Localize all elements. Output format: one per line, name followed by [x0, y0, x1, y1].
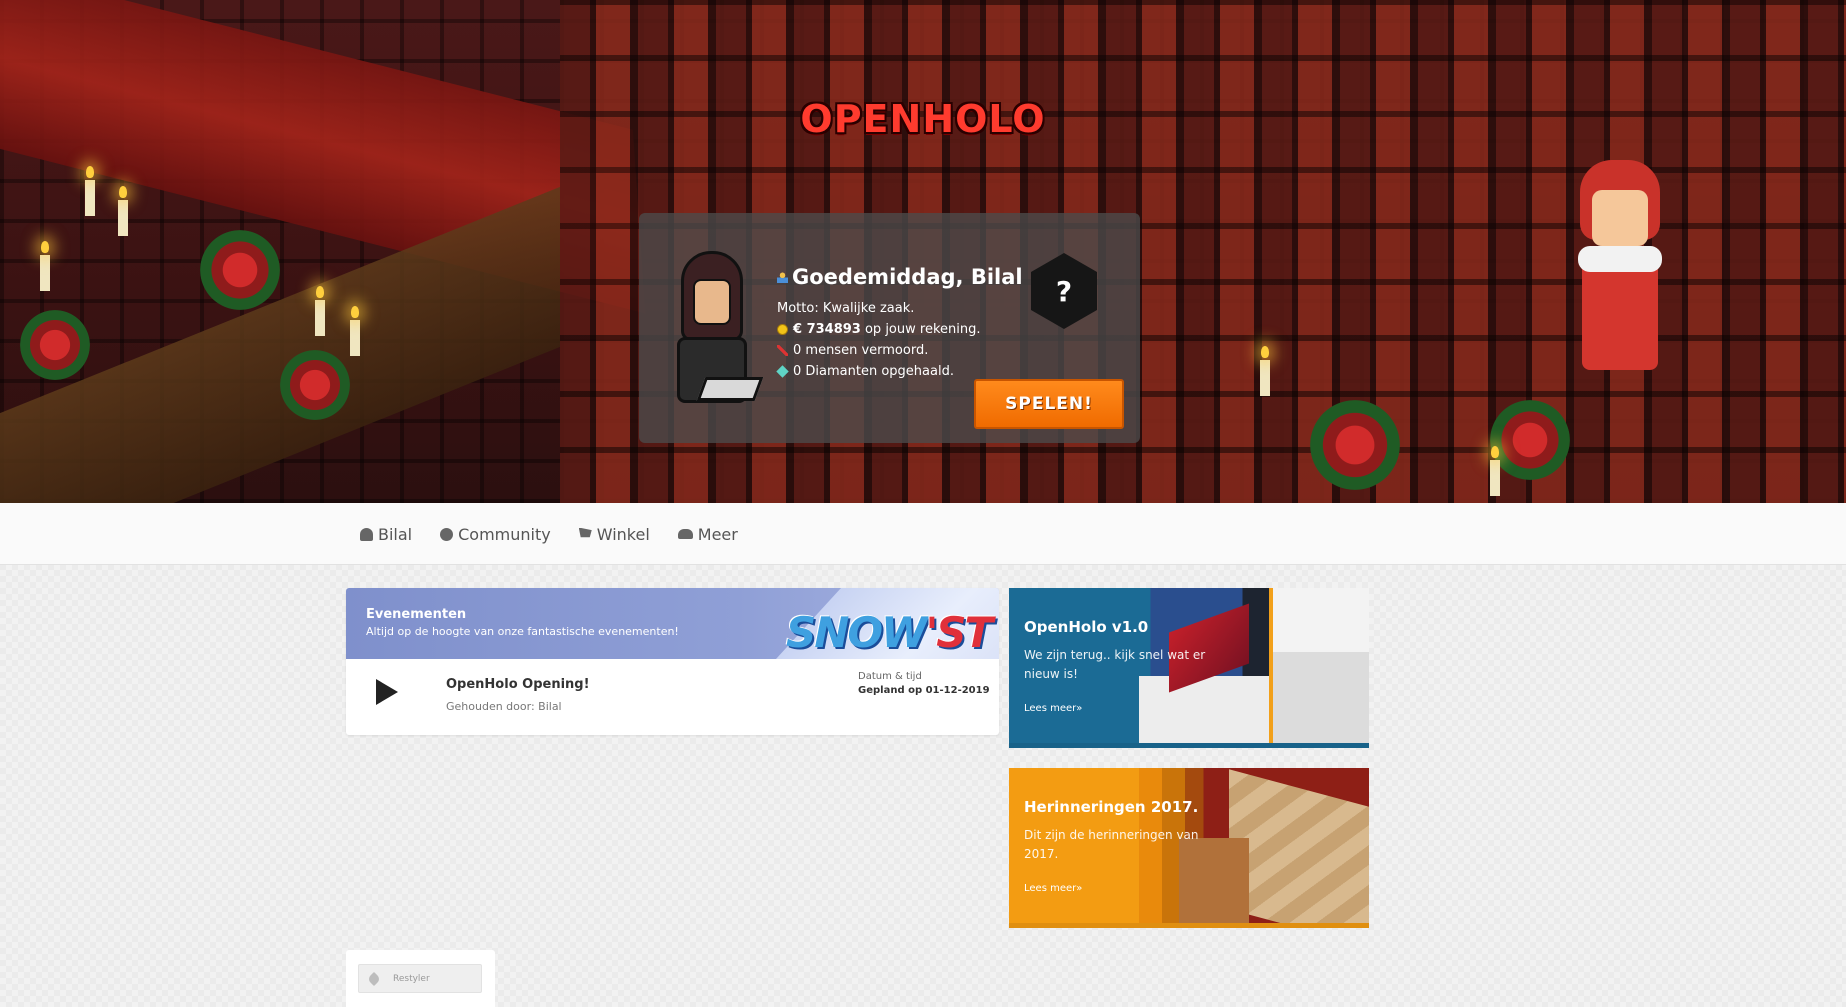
event-date-label: Datum & tijd: [858, 671, 922, 682]
events-card: SNOW'ST Evenementen Altijd op de hoogte …: [346, 588, 999, 735]
nav-item-label: Bilal: [378, 524, 413, 544]
candle-decoration: [40, 241, 50, 291]
candle-decoration: [85, 166, 95, 216]
greeting: Goedemiddag, Bilal: [777, 265, 1023, 289]
candle-decoration: [1490, 446, 1500, 496]
site-logo[interactable]: OPENHOLO: [0, 97, 1846, 141]
poinsettia-decoration: [20, 310, 90, 380]
poinsettia-decoration: [1490, 400, 1570, 480]
knife-icon: [777, 345, 788, 356]
poinsettia-decoration: [1310, 400, 1400, 490]
welcome-info: Goedemiddag, Bilal Motto: Kwalijke zaak.…: [776, 265, 1023, 379]
restyler-button[interactable]: Restyler: [358, 964, 482, 993]
events-subtitle: Altijd op de hoogte van onze fantastisch…: [366, 625, 679, 638]
snow-banner-logo: SNOW'ST: [786, 608, 993, 657]
read-more-link[interactable]: Lees meer»: [1024, 883, 1082, 894]
news-card-memories[interactable]: Herinneringen 2017. Dit zijn de herinner…: [1009, 768, 1369, 928]
nav-item-label: Winkel: [596, 524, 650, 544]
events-title: Evenementen: [366, 607, 467, 622]
news-card-openholo[interactable]: OpenHolo v1.0 We zijn terug.. kijk snel …: [1009, 588, 1369, 748]
coin-icon: [777, 324, 788, 335]
main-navigation: Bilal Community Winkel Meer: [0, 503, 1846, 565]
nav-item-more[interactable]: Meer: [677, 524, 738, 544]
restyler-card: Restyler: [346, 950, 495, 1007]
elf-character: [1560, 150, 1680, 420]
diamond-icon: [776, 365, 789, 378]
events-header: SNOW'ST Evenementen Altijd op de hoogte …: [346, 588, 999, 659]
event-name: OpenHolo Opening!: [446, 677, 590, 692]
globe-icon: [440, 527, 454, 541]
motto-line: Motto: Kwalijke zaak.: [777, 301, 1017, 316]
poinsettia-decoration: [280, 350, 350, 420]
hero-banner: OPENHOLO Goedemiddag, Bilal Motto: Kwali…: [0, 0, 1846, 503]
diamonds-line: 0 Diamanten opgehaald.: [776, 364, 1017, 379]
nav-item-label: Meer: [697, 524, 738, 544]
candle-decoration: [315, 286, 325, 336]
money-suffix: op jouw rekening.: [860, 322, 981, 337]
news-text: Dit zijn de herinneringen van 2017.: [1024, 828, 1199, 861]
event-row[interactable]: OpenHolo Opening! Gehouden door: Bilal D…: [346, 659, 999, 735]
restyler-label: Restyler: [393, 973, 430, 984]
news-title: OpenHolo v1.0: [1024, 618, 1149, 636]
read-more-link[interactable]: Lees meer»: [1024, 703, 1082, 714]
nav-item-community[interactable]: Community: [440, 525, 551, 544]
play-button[interactable]: SPELEN!: [974, 379, 1124, 429]
news-title: Herinneringen 2017.: [1024, 798, 1199, 816]
candle-decoration: [1260, 346, 1270, 396]
paintbrush-icon: [366, 971, 382, 986]
nav-item-label: Community: [458, 524, 551, 544]
greeting-text: Goedemiddag, Bilal: [792, 265, 1023, 289]
user-icon: [360, 527, 373, 541]
money-amount: € 734893: [793, 322, 861, 337]
mystery-badge[interactable]: ?: [1031, 253, 1097, 329]
motto-text: Motto: Kwalijke zaak.: [777, 301, 915, 316]
news-text: We zijn terug.. kijk snel wat er nieuw i…: [1024, 648, 1206, 681]
event-host: Gehouden door: Bilal: [446, 700, 562, 713]
event-date: Gepland op 01-12-2019: [858, 685, 990, 696]
diamonds-text: 0 Diamanten opgehaald.: [793, 364, 954, 379]
welcome-card: Goedemiddag, Bilal Motto: Kwalijke zaak.…: [639, 213, 1140, 443]
kills-text: 0 mensen vermoord.: [793, 343, 929, 358]
user-avatar: [667, 251, 764, 421]
person-icon: [777, 271, 788, 283]
cloud-icon: [677, 529, 693, 539]
play-icon[interactable]: [376, 679, 398, 705]
nav-item-shop[interactable]: Winkel: [578, 524, 650, 544]
poinsettia-decoration: [200, 230, 280, 310]
nav-item-user[interactable]: Bilal: [360, 525, 412, 544]
shopping-cart-icon: [578, 527, 592, 538]
candle-decoration: [118, 186, 128, 236]
candle-decoration: [350, 306, 360, 356]
money-line: € 734893 op jouw rekening.: [777, 322, 1017, 337]
kills-line: 0 mensen vermoord.: [777, 343, 1017, 358]
